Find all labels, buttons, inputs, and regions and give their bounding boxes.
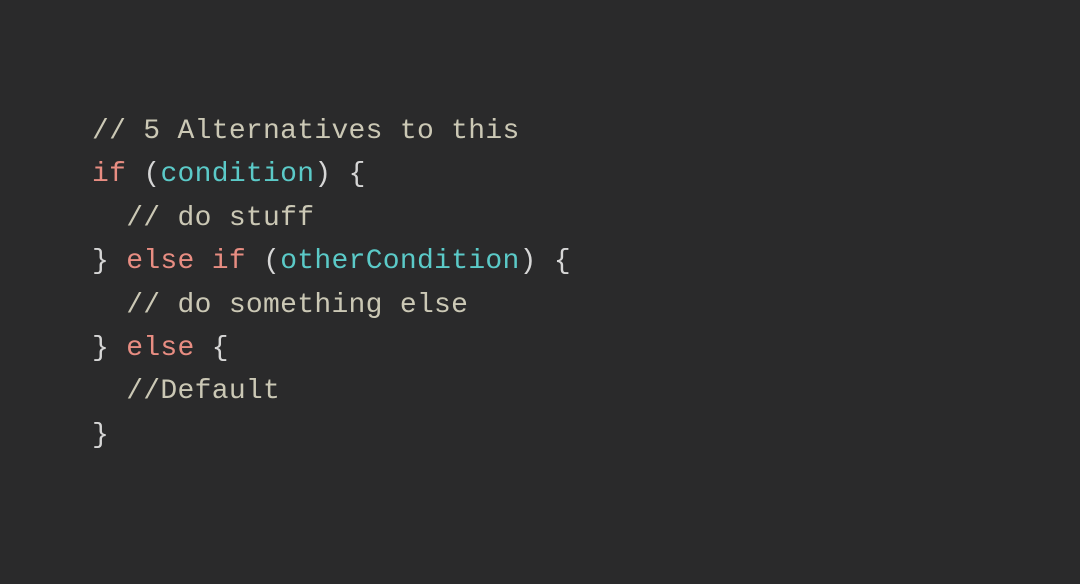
- close-brace: }: [92, 420, 109, 451]
- keyword-else: else: [126, 333, 194, 364]
- paren-open: (: [246, 246, 280, 277]
- keyword-if: if: [92, 159, 126, 190]
- paren-close-brace: ) {: [520, 246, 571, 277]
- identifier-condition: condition: [160, 159, 314, 190]
- code-line-8: }: [92, 414, 1080, 457]
- code-line-6: } else {: [92, 327, 1080, 370]
- comment-text: // do stuff: [92, 203, 314, 234]
- identifier-other-condition: otherCondition: [280, 246, 519, 277]
- code-line-2: if (condition) {: [92, 153, 1080, 196]
- code-line-1: // 5 Alternatives to this: [92, 110, 1080, 153]
- comment-text: //Default: [92, 376, 280, 407]
- paren-close-brace: ) {: [314, 159, 365, 190]
- close-brace-else: }: [92, 246, 126, 277]
- paren-open: (: [126, 159, 160, 190]
- code-snippet: // 5 Alternatives to this if (condition)…: [0, 0, 1080, 457]
- code-line-7: //Default: [92, 370, 1080, 413]
- brace-open: {: [195, 333, 229, 364]
- code-line-4: } else if (otherCondition) {: [92, 240, 1080, 283]
- space: [195, 246, 212, 277]
- keyword-if: if: [212, 246, 246, 277]
- keyword-else: else: [126, 246, 194, 277]
- code-line-5: // do something else: [92, 284, 1080, 327]
- comment-text: // 5 Alternatives to this: [92, 116, 520, 147]
- code-line-3: // do stuff: [92, 197, 1080, 240]
- comment-text: // do something else: [92, 290, 468, 321]
- close-brace-else: }: [92, 333, 126, 364]
